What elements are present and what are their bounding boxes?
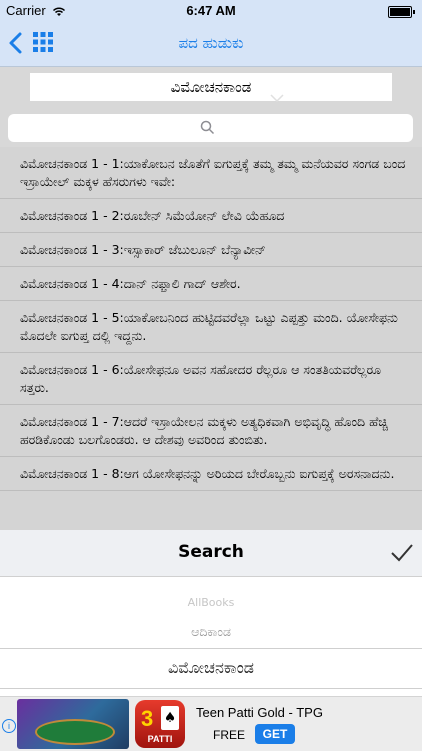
book-dropdown-value: ವಿಮೋಚನಕಾಂಡ [170,78,252,96]
verse-row[interactable]: ವಿಮೋಚನಕಾಂಡ 1 - 3:ಇಸ್ಸಾಕಾರ್ ಜೆಬುಲೂನ್ ಬೆನ್… [0,233,422,267]
status-time: 6:47 AM [186,3,236,18]
battery-icon [388,6,415,18]
verse-row[interactable]: ವಿಮೋಚನಕಾಂಡ 1 - 4:ದಾನ್ ನಫ್ತಾಲಿ ಗಾದ್ ಆಶೇರ. [0,267,422,301]
picker-option[interactable]: ಆದಿಕಾಂಡ [0,624,422,640]
verse-row[interactable]: ವಿಮೋಚನಕಾಂಡ 1 - 2:ರೂಬೇನ್ ಸಿಮೆಯೋನ್ ಲೇವಿ ಯೆ… [0,199,422,233]
search-input[interactable] [8,114,417,144]
verse-list: ವಿಮೋಚನಕಾಂಡ 1 - 1:ಯಾಕೋಬನ ಜೊತೆಗೆ ಐಗುಪ್ತಕ್ಕ… [0,147,422,530]
get-button[interactable]: GET [255,724,295,744]
picker-title: Search [178,542,244,562]
ad-app-icon[interactable]: 3 ♠ PATTI [135,700,185,748]
page-title: ಪದ ಹುಡುಕು [178,34,244,52]
ad-game-artwork[interactable] [17,699,129,749]
checkmark-icon[interactable] [390,542,414,564]
verse-row[interactable]: ವಿಮೋಚನಕಾಂಡ 1 - 8:ಆಗ ಯೋಸೇಫನನ್ನು ಅರಿಯದ ಬೇರ… [0,457,422,491]
navigation-bar: ಪದ ಹುಡುಕು [0,22,422,67]
search-field [8,114,417,144]
ad-info-icon[interactable]: i [2,719,16,733]
picker-selection-line [0,688,422,689]
ad-title: Teen Patti Gold - TPG [196,705,323,720]
book-dropdown[interactable]: ವಿಮೋಚನಕಾಂಡ [30,73,392,103]
picker-selection-line [0,648,422,649]
picker-toolbar: Search [0,530,422,577]
verse-row[interactable]: ವಿಮೋಚನಕಾಂಡ 1 - 6:ಯೋಸೇಫನೂ ಅವನ ಸಹೋದರ ರೆಲ್ಲ… [0,353,422,405]
picker-option-selected[interactable]: ವಿಮೋಚನಕಾಂಡ [0,658,422,678]
book-picker: Search AllBooks ಆದಿಕಾಂಡ ವಿಮೋಚನಕಾಂಡ [0,530,422,696]
verse-row[interactable]: ವಿಮೋಚನಕಾಂಡ 1 - 5:ಯಾಕೋಬನಿಂದ ಹುಟ್ಟಿದವರೆಲ್ಲ… [0,301,422,353]
search-bar [0,107,422,147]
ad-banner[interactable]: i 3 ♠ PATTI Teen Patti Gold - TPG FREE G… [0,696,422,751]
status-bar: Carrier 6:47 AM [0,0,422,22]
ad-app-icon-word: PATTI [147,734,173,744]
spade-card-icon: ♠ [161,706,179,730]
verse-row[interactable]: ವಿಮೋಚನಕಾಂಡ 1 - 1:ಯಾಕೋಬನ ಜೊತೆಗೆ ಐಗುಪ್ತಕ್ಕ… [0,147,422,199]
picker-option[interactable]: AllBooks [0,596,422,609]
book-selector-bar: ವಿಮೋಚನಕಾಂಡ [0,67,422,107]
verse-row[interactable]: ವಿಮೋಚನಕಾಂಡ 1 - 7:ಆದರೆ ಇಸ್ರಾಯೇಲನ ಮಕ್ಕಳು ಅ… [0,405,422,457]
ad-price: FREE [213,728,246,742]
ad-app-icon-numeral: 3 [141,706,154,731]
